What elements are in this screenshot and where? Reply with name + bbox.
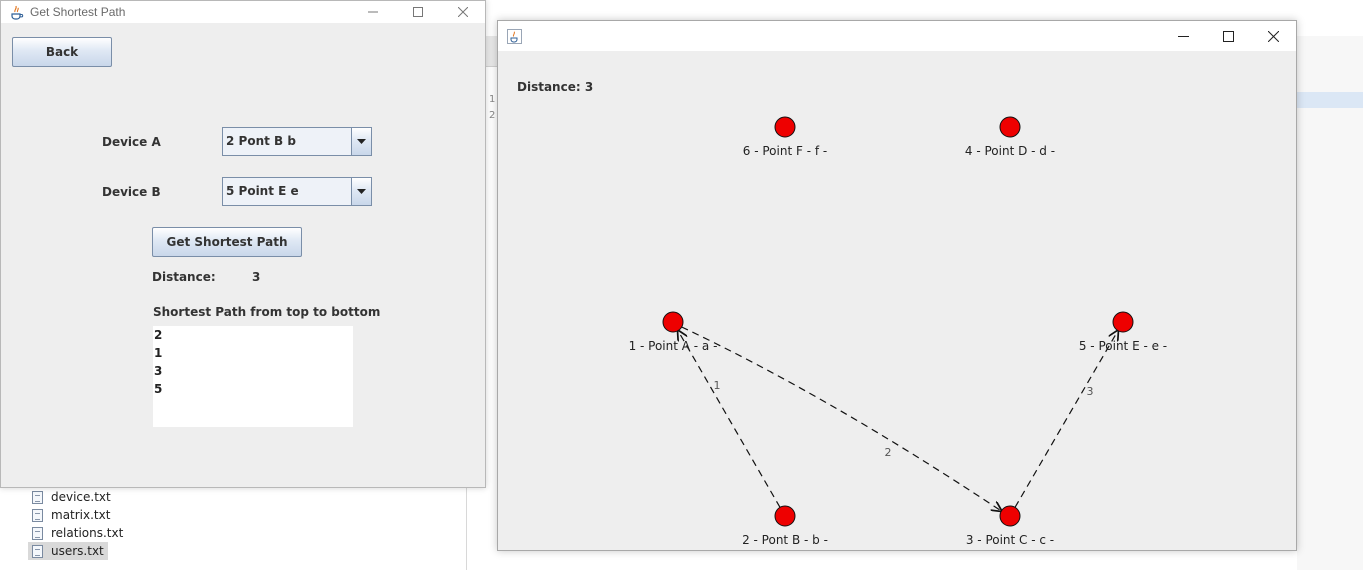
graph-node-2[interactable] xyxy=(774,505,796,527)
distance-value: 3 xyxy=(252,270,261,284)
graph-node-label: 5 - Point E - e - xyxy=(1079,339,1167,353)
text-file-icon xyxy=(32,526,43,540)
file-name: matrix.txt xyxy=(51,508,111,522)
device-b-label: Device B xyxy=(102,185,161,199)
file-item-matrix[interactable]: matrix.txt xyxy=(32,506,110,524)
device-a-label: Device A xyxy=(102,135,161,149)
graph-edge-weight: 2 xyxy=(885,446,892,459)
text-file-icon xyxy=(32,508,43,522)
window-titlebar[interactable] xyxy=(498,21,1296,51)
java-icon xyxy=(9,5,24,20)
edges-layer: 1 2 3 xyxy=(678,326,1118,511)
ide-selected-line xyxy=(1297,92,1363,108)
close-button[interactable] xyxy=(1251,21,1296,51)
distance-label: Distance: xyxy=(152,270,216,284)
chevron-down-icon[interactable] xyxy=(351,128,371,155)
graph-node-label: 4 - Point D - d - xyxy=(965,144,1055,158)
gutter-line-1: 1 xyxy=(489,94,496,105)
file-name: device.txt xyxy=(51,490,111,504)
shortest-path-window: Get Shortest Path Back Device A 2 Pont B… xyxy=(0,0,486,488)
window-titlebar[interactable]: Get Shortest Path xyxy=(1,1,485,23)
graph-window: Distance: 3 123 6 - Point F - f -4 - Poi… xyxy=(497,20,1297,551)
graph-node-6[interactable] xyxy=(774,116,796,138)
shortest-path-list[interactable]: 2 1 3 5 xyxy=(153,326,353,427)
list-item: 3 xyxy=(154,364,163,378)
graph-edge-3-5 xyxy=(1014,331,1118,508)
get-shortest-path-button[interactable]: Get Shortest Path xyxy=(152,227,302,257)
ide-editor-area xyxy=(1297,36,1363,570)
graph-edge-weight: 1 xyxy=(714,379,721,392)
list-item: 1 xyxy=(154,346,163,360)
path-heading: Shortest Path from top to bottom xyxy=(153,305,381,319)
nodes-layer: 6 - Point F - f - 4 - Point D - d - 1 - Po… xyxy=(629,116,1167,547)
close-button[interactable] xyxy=(440,1,485,23)
graph-node-5[interactable] xyxy=(1112,311,1134,333)
graph-node-3[interactable] xyxy=(999,505,1021,527)
text-file-icon xyxy=(32,544,43,558)
maximize-button[interactable] xyxy=(1206,21,1251,51)
file-name: relations.txt xyxy=(51,526,124,540)
text-file-icon xyxy=(32,490,43,504)
graph-node-4[interactable] xyxy=(999,116,1021,138)
graph-node-label: 3 - Point C - c - xyxy=(966,533,1054,547)
graph-node-label: 1 - Point A - a - xyxy=(629,339,718,353)
java-icon xyxy=(507,28,522,44)
minimize-button[interactable] xyxy=(350,1,395,23)
maximize-button[interactable] xyxy=(395,1,440,23)
window-title: Get Shortest Path xyxy=(30,5,126,19)
file-item-device[interactable]: device.txt xyxy=(32,488,111,506)
graph-node-label: 6 - Point F - f - xyxy=(743,144,827,158)
list-item: 5 xyxy=(154,382,163,396)
device-b-value: 5 Point E e xyxy=(226,184,299,198)
file-item-users[interactable]: users.txt xyxy=(28,542,108,560)
list-item: 2 xyxy=(154,328,163,342)
file-item-relations[interactable]: relations.txt xyxy=(32,524,123,542)
graph-edge-weight: 3 xyxy=(1087,385,1094,398)
graph-canvas: 1 2 3 6 - Point F - f - 4 - Point D - d - 1 … xyxy=(629,116,1167,547)
gutter-line-2: 2 xyxy=(489,110,496,121)
file-name: users.txt xyxy=(51,544,104,558)
graph-node-label: 2 - Pont B - b - xyxy=(742,533,828,547)
minimize-button[interactable] xyxy=(1161,21,1206,51)
back-button[interactable]: Back xyxy=(12,37,112,67)
device-b-select[interactable]: 5 Point E e xyxy=(222,177,372,206)
device-a-select[interactable]: 2 Pont B b xyxy=(222,127,372,156)
chevron-down-icon[interactable] xyxy=(351,178,371,205)
graph-edge-2-1 xyxy=(678,331,781,508)
graph-node-1[interactable] xyxy=(662,311,684,333)
ide-project-explorer: device.txt matrix.txt relations.txt user… xyxy=(0,480,467,570)
device-a-value: 2 Pont B b xyxy=(226,134,296,148)
